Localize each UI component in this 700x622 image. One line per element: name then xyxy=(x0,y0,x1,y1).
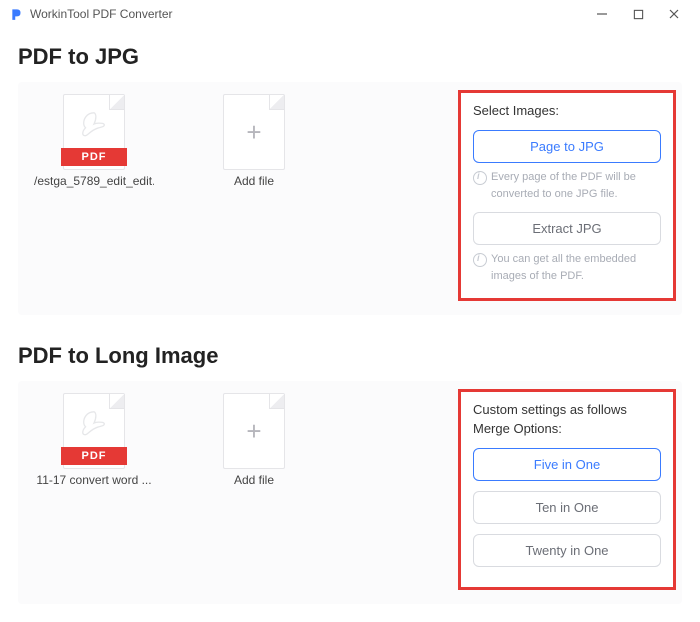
pdf-badge: PDF xyxy=(61,148,127,166)
pdf-badge: PDF xyxy=(61,447,127,465)
app-title: WorkinTool PDF Converter xyxy=(30,7,173,21)
pdf-file-icon: PDF xyxy=(63,94,125,170)
page-to-jpg-desc: Every page of the PDF will be converted … xyxy=(473,169,661,202)
add-file-icon: + xyxy=(223,393,285,469)
app-logo-icon xyxy=(10,7,24,21)
section-title-jpg: PDF to JPG xyxy=(18,44,682,70)
options-panel-jpg: Select Images: Page to JPG Every page of… xyxy=(458,90,676,301)
title-bar: WorkinTool PDF Converter xyxy=(0,0,700,28)
minimize-button[interactable] xyxy=(584,2,620,26)
files-area-long: PDF 11-17 convert word ... + Add file xyxy=(24,389,458,590)
add-file-label: Add file xyxy=(194,473,314,487)
options-panel-long: Custom settings as follows Merge Options… xyxy=(458,389,676,590)
options-heading: Select Images: xyxy=(473,103,661,118)
ten-in-one-button[interactable]: Ten in One xyxy=(473,491,661,524)
pdf-glyph-icon xyxy=(79,110,109,140)
file-name-label: 11-17 convert word ... xyxy=(34,473,154,487)
add-file-button[interactable]: + Add file xyxy=(194,393,314,487)
section-title-long: PDF to Long Image xyxy=(18,343,682,369)
add-file-label: Add file xyxy=(194,174,314,188)
extract-jpg-desc: You can get all the embedded images of t… xyxy=(473,251,661,284)
add-file-button[interactable]: + Add file xyxy=(194,94,314,188)
pdf-glyph-icon xyxy=(79,409,109,439)
section-body-long: PDF 11-17 convert word ... + Add file Cu… xyxy=(18,381,682,604)
options-subheading: Merge Options: xyxy=(473,421,661,436)
extract-jpg-button[interactable]: Extract JPG xyxy=(473,212,661,245)
add-file-icon: + xyxy=(223,94,285,170)
twenty-in-one-button[interactable]: Twenty in One xyxy=(473,534,661,567)
plus-icon: + xyxy=(246,119,261,145)
file-item[interactable]: PDF /estga_5789_edit_edit.pc xyxy=(34,94,154,188)
five-in-one-button[interactable]: Five in One xyxy=(473,448,661,481)
close-button[interactable] xyxy=(656,2,692,26)
file-item[interactable]: PDF 11-17 convert word ... xyxy=(34,393,154,487)
pdf-file-icon: PDF xyxy=(63,393,125,469)
files-area-jpg: PDF /estga_5789_edit_edit.pc + Add file xyxy=(24,90,458,301)
file-name-label: /estga_5789_edit_edit.pc xyxy=(34,174,154,188)
page-to-jpg-button[interactable]: Page to JPG xyxy=(473,130,661,163)
section-body-jpg: PDF /estga_5789_edit_edit.pc + Add file … xyxy=(18,82,682,315)
plus-icon: + xyxy=(246,418,261,444)
options-heading: Custom settings as follows xyxy=(473,402,661,417)
maximize-button[interactable] xyxy=(620,2,656,26)
